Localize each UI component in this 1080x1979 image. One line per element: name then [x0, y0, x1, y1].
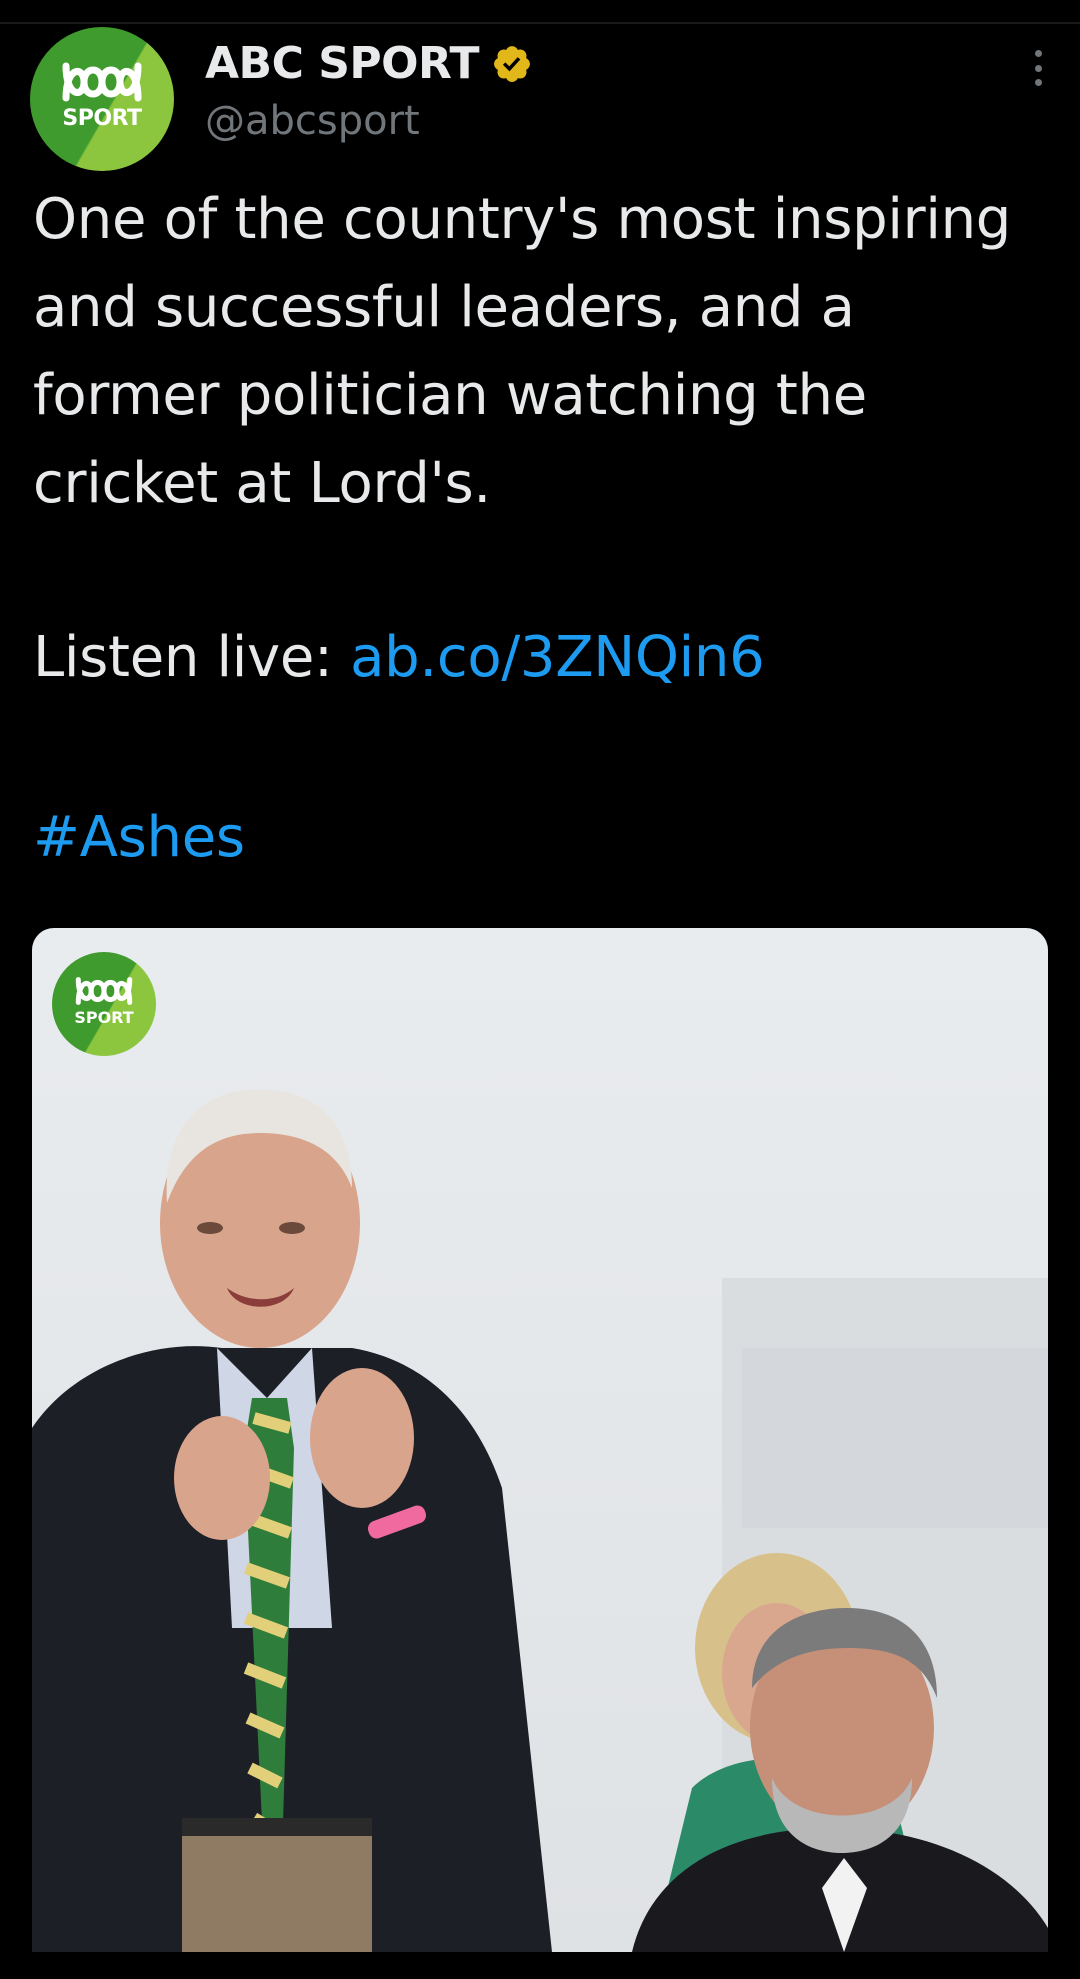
media-watermark-label: SPORT — [74, 1008, 134, 1027]
account-handle[interactable]: @abcsport — [205, 98, 420, 144]
hashtag-link[interactable]: #Ashes — [33, 794, 245, 882]
avatar[interactable]: SPORT — [30, 27, 174, 171]
more-options-icon[interactable] — [1032, 50, 1044, 86]
abc-logo-icon — [62, 62, 142, 101]
verified-badge-icon — [494, 45, 530, 82]
tweet-page: SPORT ABC SPORT @abcsport One of the cou… — [0, 0, 1080, 1979]
top-divider — [0, 22, 1080, 24]
listen-line: Listen live: ab.co/3ZNQin6 — [33, 614, 765, 702]
photo-illustration — [32, 1089, 1048, 1952]
bottom-bar — [0, 1952, 1080, 1979]
abc-logo-icon — [75, 977, 133, 1005]
avatar-label: SPORT — [62, 105, 142, 131]
listen-prefix: Listen live: — [33, 625, 351, 690]
name-row: ABC SPORT — [205, 38, 533, 89]
tweet-media-image[interactable]: SPORT — [32, 928, 1048, 1952]
listen-link[interactable]: ab.co/3ZNQin6 — [350, 625, 765, 690]
more-dot — [1034, 79, 1042, 86]
more-dot — [1034, 64, 1042, 72]
tweet-text: One of the country's most inspiring and … — [33, 187, 1012, 516]
more-dot — [1034, 50, 1042, 57]
media-watermark-logo: SPORT — [52, 952, 156, 1056]
display-name[interactable]: ABC SPORT — [205, 38, 479, 89]
